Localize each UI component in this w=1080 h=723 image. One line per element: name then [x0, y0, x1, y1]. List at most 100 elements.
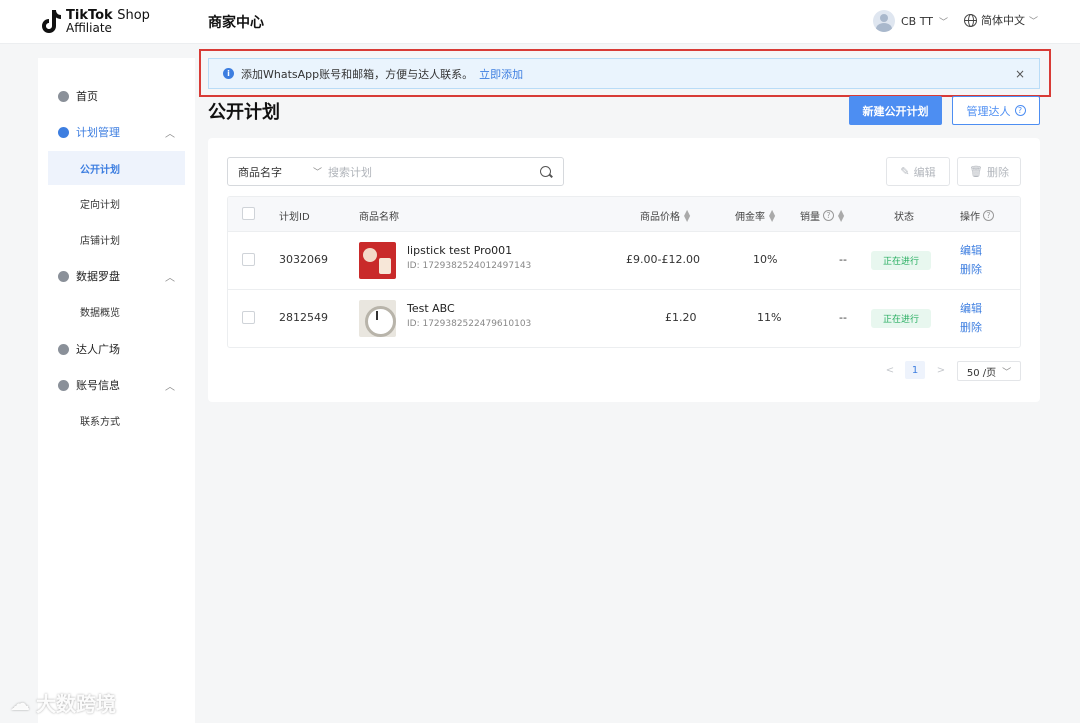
- compass-icon: [58, 270, 69, 282]
- next-page-button[interactable]: >: [935, 361, 947, 379]
- user-menu[interactable]: CB TT ﹀: [873, 9, 948, 33]
- sidebar-item-data-overview[interactable]: 数据概览: [48, 294, 185, 328]
- delete-label: 删除: [986, 165, 1009, 179]
- sidebar-item-shop-plan[interactable]: 店铺计划: [48, 222, 185, 256]
- watermark: ☁ 大数跨境: [10, 688, 116, 717]
- info-banner: i 添加WhatsApp账号和邮箱，方便与达人联系。 立即添加 ×: [208, 58, 1040, 89]
- plan-id: 2812549: [279, 311, 328, 324]
- header-price-label: 商品价格: [640, 212, 680, 223]
- sidebar-item-label: 计划管理: [76, 126, 120, 139]
- plan-id: 3032069: [279, 253, 328, 266]
- plan-icon: [58, 126, 69, 138]
- chevron-up-icon: ︿: [165, 272, 175, 284]
- product-name[interactable]: lipstick test Pro001: [407, 244, 512, 257]
- product-id: ID: 1729382522479610103: [407, 319, 532, 329]
- banner-message: 添加WhatsApp账号和邮箱，方便与达人联系。: [241, 67, 474, 81]
- select-all-checkbox[interactable]: [242, 207, 255, 220]
- page-title: 公开计划: [208, 102, 280, 123]
- sidebar-item-label: 定向计划: [80, 199, 120, 211]
- chevron-down-icon: ﹀: [1002, 367, 1012, 378]
- manage-creators-label: 管理达人: [966, 104, 1011, 118]
- search-field-select[interactable]: 商品名字 ﹀: [228, 164, 328, 180]
- app-title: 商家中心: [208, 15, 264, 31]
- sidebar-item-plan-management[interactable]: 计划管理 ︿: [38, 115, 195, 149]
- chevron-down-icon: ﹀: [312, 168, 322, 178]
- status-label: 正在进行: [871, 309, 932, 328]
- header-actions-label: 操作: [960, 212, 980, 223]
- page-size-select[interactable]: 50 /页 ﹀: [957, 361, 1021, 381]
- page-number-button[interactable]: 1: [905, 361, 925, 379]
- chevron-up-icon: ︿: [165, 381, 175, 393]
- product-price: £9.00-£12.00: [626, 253, 700, 266]
- chevron-down-icon: ﹀: [1029, 16, 1039, 27]
- help-icon[interactable]: ?: [983, 210, 994, 221]
- home-icon: [58, 90, 69, 102]
- help-icon[interactable]: ?: [823, 210, 834, 221]
- watermark-logo-icon: ☁: [10, 690, 30, 715]
- commission-rate: 11%: [757, 311, 782, 324]
- header-price[interactable]: 商品价格 ▲ ▼: [640, 208, 690, 223]
- sidebar-item-label: 达人广场: [76, 343, 120, 356]
- help-icon[interactable]: ?: [1014, 105, 1026, 116]
- row-edit-link[interactable]: 编辑: [960, 241, 982, 260]
- sidebar-item-label: 店铺计划: [80, 235, 120, 247]
- row-delete-link[interactable]: 删除: [960, 318, 982, 337]
- plan-list-card: 商品名字 ﹀ 搜索计划 ✎ 编辑 🗑 删除 计划ID 商品名称 商品价格 ▲ ▼ …: [208, 138, 1040, 402]
- header-product-name: 商品名称: [359, 212, 399, 223]
- manage-creators-button[interactable]: 管理达人 ?: [952, 96, 1040, 125]
- prev-page-button[interactable]: <: [884, 361, 896, 379]
- header-sales[interactable]: 销量 ? ▲ ▼: [800, 208, 844, 223]
- header-commission-label: 佣金率: [735, 212, 765, 223]
- header-commission[interactable]: 佣金率 ▲ ▼: [735, 208, 775, 223]
- sidebar-item-public-plan[interactable]: 公开计划: [48, 151, 185, 185]
- edit-button[interactable]: ✎ 编辑: [886, 157, 950, 186]
- delete-button[interactable]: 🗑 删除: [957, 157, 1021, 186]
- logo-shop-text: Shop: [117, 8, 150, 23]
- new-public-plan-button[interactable]: 新建公开计划: [849, 96, 942, 125]
- sidebar-item-targeted-plan[interactable]: 定向计划: [48, 186, 185, 220]
- search-icon[interactable]: [540, 166, 551, 177]
- product-name[interactable]: Test ABC: [407, 302, 455, 315]
- row-edit-link[interactable]: 编辑: [960, 299, 982, 318]
- status-badge: 正在进行: [871, 309, 932, 328]
- sidebar-item-creator-square[interactable]: 达人广场: [38, 332, 195, 366]
- add-now-link[interactable]: 立即添加: [479, 66, 523, 82]
- tiktok-shop-affiliate-logo[interactable]: TikTok Shop Affiliate: [40, 8, 150, 36]
- table-row: 2812549 Test ABC ID: 1729382522479610103…: [228, 289, 1020, 347]
- sort-icon: ▲ ▼: [838, 207, 845, 223]
- sidebar-item-account-info[interactable]: 账号信息 ︿: [38, 368, 195, 402]
- sort-icon: ▲ ▼: [684, 207, 691, 223]
- product-info: Test ABC ID: 1729382522479610103: [407, 302, 531, 329]
- sidebar: 首页 计划管理 ︿ 公开计划 定向计划 店铺计划 数据罗盘 ︿ 数据概览 达人广…: [38, 58, 195, 723]
- search-person-icon: [58, 343, 69, 355]
- sidebar-item-label: 数据罗盘: [76, 270, 120, 283]
- language-selector[interactable]: 简体中文 ﹀: [964, 12, 1038, 28]
- product-image: [359, 300, 396, 337]
- product-id: ID: 1729382524012497143: [407, 261, 532, 271]
- header-plan-id: 计划ID: [279, 212, 310, 223]
- info-icon: i: [223, 68, 234, 79]
- row-delete-link[interactable]: 删除: [960, 260, 982, 279]
- sidebar-item-data-compass[interactable]: 数据罗盘 ︿: [38, 259, 195, 293]
- commission-rate: 10%: [753, 253, 778, 266]
- header-actions: 操作 ?: [960, 208, 994, 223]
- sidebar-item-label: 公开计划: [80, 164, 120, 176]
- search-input[interactable]: 搜索计划: [328, 164, 540, 180]
- trash-icon: 🗑: [969, 165, 983, 178]
- search-bar: 商品名字 ﹀ 搜索计划: [227, 157, 564, 186]
- sidebar-item-contact[interactable]: 联系方式: [48, 403, 185, 437]
- top-bar: TikTok Shop Affiliate 商家中心 CB TT ﹀ 简体中文 …: [0, 0, 1080, 44]
- avatar: [873, 10, 895, 32]
- sidebar-item-label: 联系方式: [80, 416, 120, 428]
- row-checkbox[interactable]: [242, 253, 255, 266]
- edit-label: 编辑: [913, 165, 936, 179]
- status-label: 正在进行: [871, 251, 932, 270]
- row-checkbox[interactable]: [242, 311, 255, 324]
- row-actions: 编辑 删除: [960, 241, 982, 279]
- chevron-up-icon: ︿: [165, 128, 175, 140]
- sidebar-item-label: 账号信息: [76, 379, 120, 392]
- close-icon[interactable]: ×: [1015, 67, 1025, 81]
- sidebar-item-home[interactable]: 首页: [38, 79, 195, 113]
- chevron-down-icon: ﹀: [938, 17, 948, 28]
- header-sales-label: 销量: [800, 212, 820, 223]
